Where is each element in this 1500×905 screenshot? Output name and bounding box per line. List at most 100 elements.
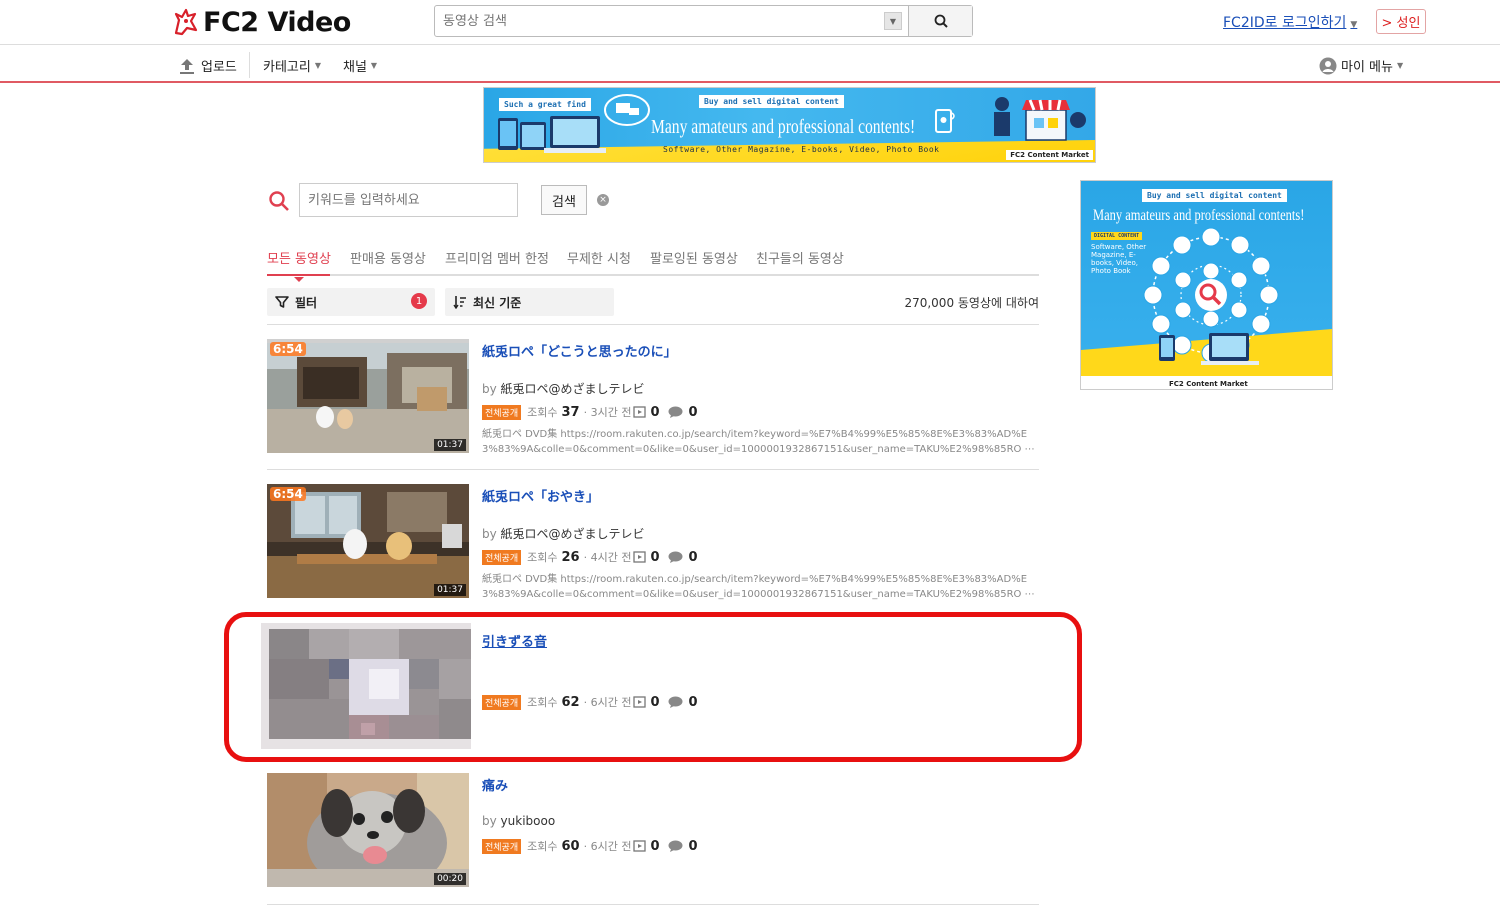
site-logo[interactable]: FC2 Video xyxy=(173,6,351,38)
video-meta: 전체공개 조회수 37 · 3시간 전 0 0 xyxy=(482,404,706,420)
result-count: 270,000 동영상에 대하여 xyxy=(904,296,1039,310)
video-description: 紙兎ロペ DVD集 https://room.rakuten.co.jp/sea… xyxy=(482,574,1035,600)
tab-friends[interactable]: 친구들의 동영상 xyxy=(756,248,844,267)
highlight-annotation xyxy=(224,612,1082,762)
comment-count: 0 xyxy=(688,549,698,565)
magnifier-icon xyxy=(934,14,948,28)
banner-title: Many amateurs and professional contents! xyxy=(651,116,916,138)
comment-count: 0 xyxy=(688,404,698,420)
video-title-link[interactable]: 紙兎ロペ「どこうと思ったのに」 xyxy=(482,341,677,360)
video-author: by yukibooo xyxy=(482,814,556,828)
market-stall-icon xyxy=(994,97,1086,141)
filter-bar: 필터 1 최신 기준 270,000 동영상에 대하여 xyxy=(267,288,1039,325)
video-author: by 紙兎ロペ@めざましテレビ xyxy=(482,527,645,541)
tab-unlimited[interactable]: 무제한 시청 xyxy=(567,248,631,267)
banner-brand: FC2 Content Market xyxy=(1006,150,1093,160)
nav-channel[interactable]: 채널 ▼ xyxy=(343,56,377,75)
video-item: 00:20 痛み by yukibooo 전체공개 조회수 60 · 6시간 전… xyxy=(267,773,1039,905)
public-badge: 전체공개 xyxy=(482,404,522,420)
comment-count: 0 xyxy=(688,838,698,854)
main-nav: 업로드 카테고리 ▼ 채널 ▼ 마이 메뉴 ▼ xyxy=(0,46,1500,83)
adult-button[interactable]: > 성인 xyxy=(1376,9,1426,34)
banner-tag: Buy and sell digital content xyxy=(699,95,844,108)
chevron-down-icon: ▼ xyxy=(370,61,378,70)
upload-arrow-icon xyxy=(180,58,194,74)
view-count: 26 xyxy=(561,549,580,565)
nav-upload[interactable]: 업로드 xyxy=(178,56,237,75)
logo-text: FC2 Video xyxy=(203,6,351,38)
funnel-icon xyxy=(275,296,289,308)
clip-icon xyxy=(633,840,647,852)
public-badge: 전체공개 xyxy=(482,549,522,565)
video-thumbnail[interactable]: 6:54 01:37 xyxy=(267,484,469,598)
video-title-link[interactable]: 紙兎ロペ「おやき」 xyxy=(482,486,599,505)
tab-premium-only[interactable]: 프리미엄 멤버 한정 xyxy=(445,248,549,267)
upload-time: · 3시간 전 xyxy=(583,406,632,419)
clip-count: 0 xyxy=(650,838,660,854)
banner-title: Many amateurs and professional contents! xyxy=(1093,207,1305,224)
video-search-box: ▼ xyxy=(434,5,973,37)
upload-time: · 4시간 전 xyxy=(583,551,632,564)
view-count: 37 xyxy=(561,404,580,420)
comment-bubble-icon xyxy=(668,406,682,418)
tab-sale-videos[interactable]: 판매용 동영상 xyxy=(350,248,426,267)
keyword-search-button[interactable]: 검색 xyxy=(541,185,587,215)
sort-icon xyxy=(453,296,466,309)
video-thumbnail[interactable]: 00:20 xyxy=(267,773,469,887)
digital-content-icon xyxy=(1143,227,1279,365)
sort-button[interactable]: 최신 기준 xyxy=(445,288,614,316)
tab-following[interactable]: 팔로잉된 동영상 xyxy=(650,248,738,267)
nav-my-menu[interactable]: 마이 메뉴 ▼ xyxy=(1319,56,1403,75)
chevron-down-icon: ▼ xyxy=(1396,61,1404,70)
thumbnail-badge: 6:54 xyxy=(270,342,306,356)
clear-circle-icon[interactable]: × xyxy=(597,194,609,206)
tab-all-videos[interactable]: 모든 동영상 xyxy=(267,248,331,267)
side-banner-ad[interactable]: Buy and sell digital content Many amateu… xyxy=(1080,180,1333,390)
nav-divider xyxy=(249,52,250,78)
filter-button[interactable]: 필터 1 xyxy=(267,288,435,316)
upload-time: · 6시간 전 xyxy=(583,840,632,853)
top-header: FC2 Video ▼ FC2ID로 로그인하기▼ > 성인 xyxy=(0,0,1500,45)
author-link[interactable]: yukibooo xyxy=(501,814,556,828)
video-meta: 전체공개 조회수 26 · 4시간 전 0 0 xyxy=(482,549,706,565)
video-item: 6:54 01:37 紙兎ロペ「おやき」 by 紙兎ロペ@めざましテレビ 전체공… xyxy=(267,484,1039,615)
tablet-icon xyxy=(935,109,955,133)
filter-count-badge: 1 xyxy=(411,293,427,309)
top-banner-ad[interactable]: Such a great find Buy and sell digital c… xyxy=(483,87,1096,163)
banner-brand: FC2 Content Market xyxy=(1169,380,1248,388)
clip-icon xyxy=(633,406,647,418)
user-avatar-icon xyxy=(1319,57,1337,74)
thumbnail-badge: 6:54 xyxy=(270,487,306,501)
author-link[interactable]: 紙兎ロペ@めざましテレビ xyxy=(501,382,645,396)
banner-tag: Such a great find xyxy=(499,98,591,111)
chevron-down-icon: ▼ xyxy=(1350,20,1358,30)
search-button[interactable] xyxy=(908,6,972,36)
clip-count: 0 xyxy=(650,404,660,420)
video-duration: 01:37 xyxy=(434,584,466,596)
active-tab-indicator xyxy=(267,274,330,276)
video-search-input[interactable] xyxy=(435,6,884,36)
chat-bubble-icon xyxy=(604,94,650,126)
keyword-input[interactable] xyxy=(299,183,518,217)
video-thumbnail[interactable]: 6:54 01:37 xyxy=(267,339,469,453)
banner-subtitle: Software, Other Magazine, E-books, Video… xyxy=(663,145,940,154)
video-author: by 紙兎ロペ@めざましテレビ xyxy=(482,382,645,396)
comment-bubble-icon xyxy=(668,840,682,852)
login-link[interactable]: FC2ID로 로그인하기 ▼ xyxy=(1223,12,1357,32)
chevron-down-icon: ▼ xyxy=(314,61,321,70)
video-duration: 01:37 xyxy=(434,439,466,451)
video-meta: 전체공개 조회수 60 · 6시간 전 0 0 xyxy=(482,838,706,854)
video-item: 6:54 01:37 紙兎ロペ「どこうと思ったのに」 by 紙兎ロペ@めざましテ… xyxy=(267,339,1039,470)
video-title-link[interactable]: 痛み xyxy=(482,775,508,794)
video-duration: 00:20 xyxy=(434,873,466,885)
magnifier-icon xyxy=(269,191,289,211)
devices-icon xyxy=(498,116,606,153)
comment-bubble-icon xyxy=(668,551,682,563)
author-link[interactable]: 紙兎ロペ@めざましテレビ xyxy=(501,527,645,541)
view-count: 60 xyxy=(561,838,580,854)
search-dropdown-toggle[interactable]: ▼ xyxy=(884,12,902,30)
banner-tag: Buy and sell digital content xyxy=(1142,189,1287,202)
clip-icon xyxy=(633,551,647,563)
nav-category[interactable]: 카테고리 ▼ xyxy=(263,56,321,75)
fc2-unicorn-icon xyxy=(173,8,199,36)
